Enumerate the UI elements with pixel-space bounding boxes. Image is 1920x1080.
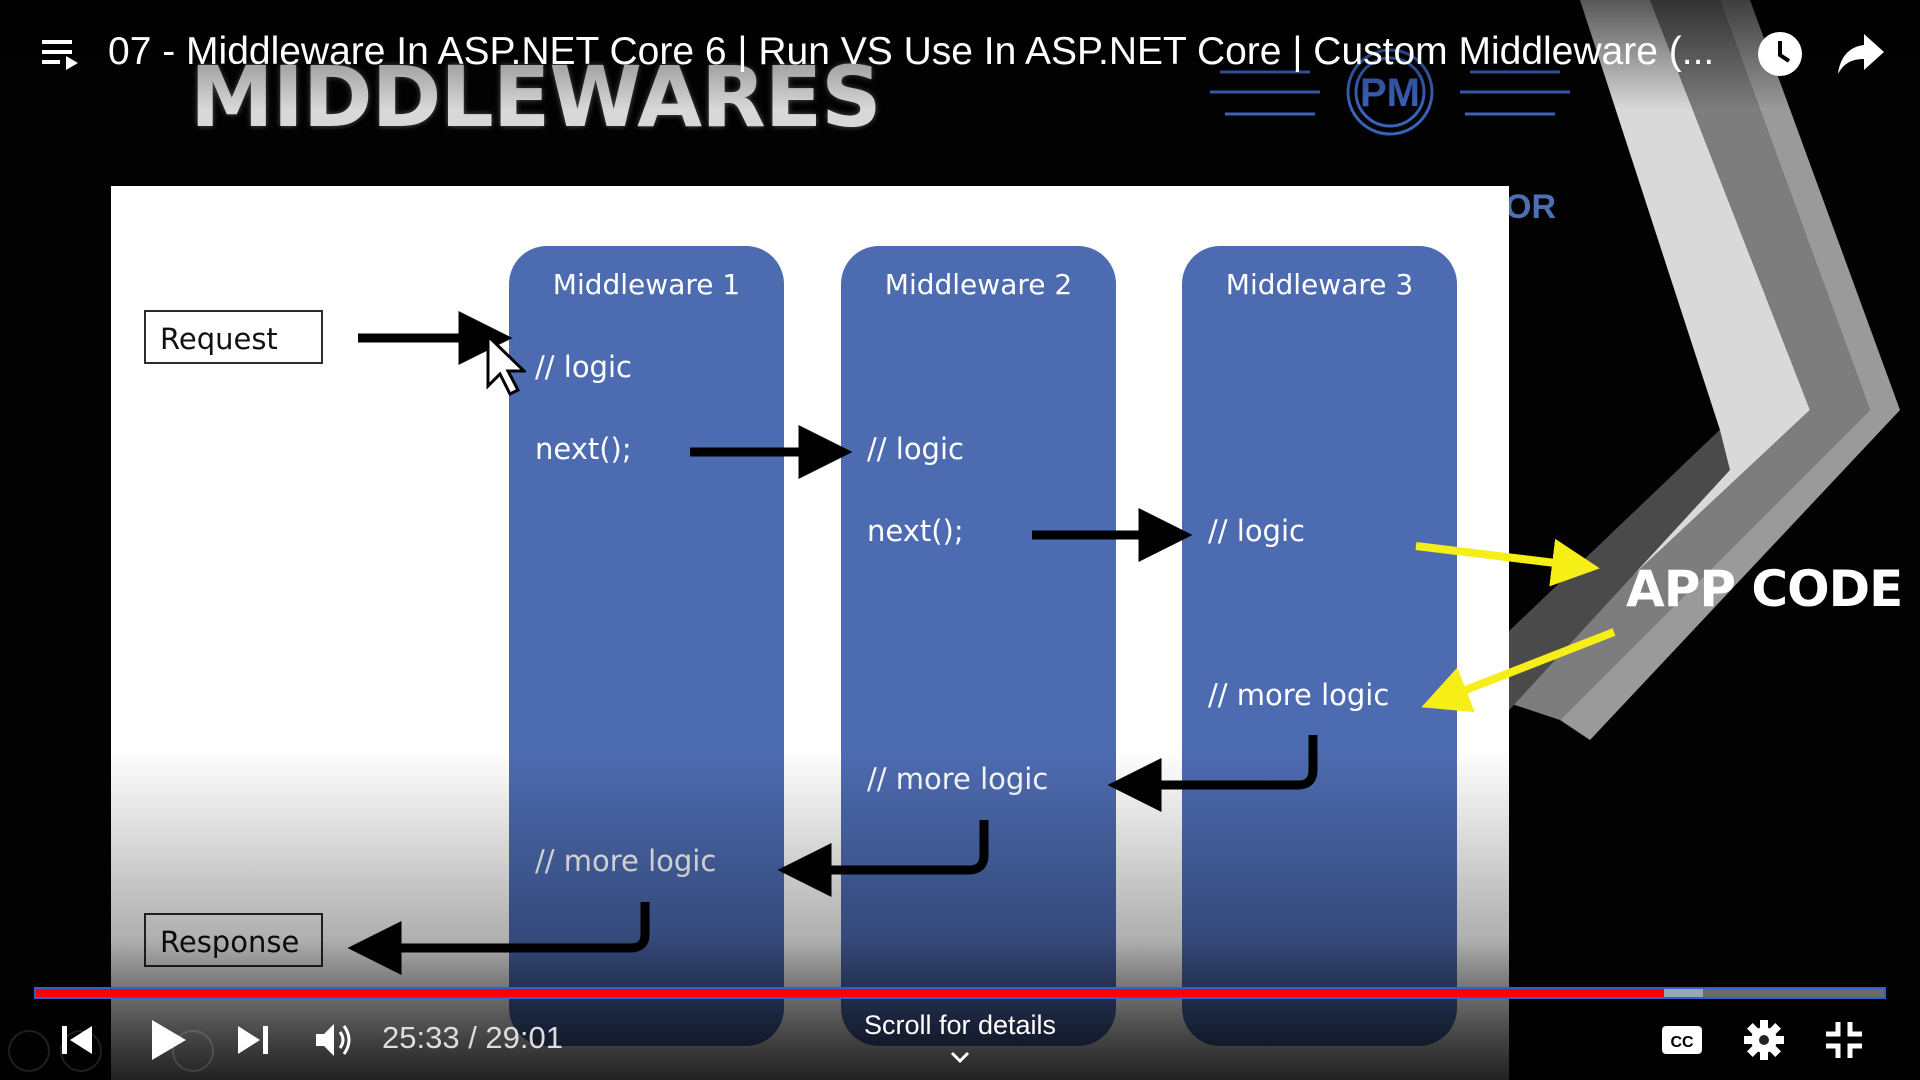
middleware-line: // more logic <box>1208 678 1390 712</box>
middleware-title: Middleware 2 <box>884 268 1073 301</box>
middleware-line: next(); <box>867 514 964 548</box>
volume-icon[interactable] <box>312 1018 356 1062</box>
skip-previous-icon[interactable] <box>60 1020 96 1060</box>
annotation-ghost-icon <box>8 1030 50 1072</box>
middleware-title: Middleware 3 <box>1225 268 1414 301</box>
video-title[interactable]: 07 - Middleware In ASP.NET Core 6 | Run … <box>108 30 1728 74</box>
middleware-title: Middleware 1 <box>552 268 741 301</box>
progress-bar[interactable] <box>34 987 1886 999</box>
middleware-line: // more logic <box>535 844 717 878</box>
request-box: Request <box>144 310 323 364</box>
playlist-icon[interactable] <box>40 36 82 72</box>
middleware-box-3: Middleware 3 // logic // more logic <box>1182 246 1457 1046</box>
play-icon[interactable] <box>148 1016 190 1064</box>
share-icon[interactable] <box>1836 32 1886 76</box>
captions-icon[interactable]: CC <box>1660 1022 1704 1058</box>
slide-text-fragment: OR <box>1505 188 1556 226</box>
video-frame[interactable]: MIDDLEWARES PM OR Request Response Middl… <box>0 0 1920 1080</box>
middleware-line: // logic <box>1208 514 1305 548</box>
scroll-for-details[interactable]: Scroll for details <box>860 1010 1060 1041</box>
progress-played <box>36 989 1665 997</box>
chevron-graphic <box>1500 0 1900 740</box>
middleware-line: // more logic <box>867 762 1049 796</box>
middleware-box-1: Middleware 1 // logic next(); // more lo… <box>509 246 784 1046</box>
middleware-line: // logic <box>535 350 632 384</box>
mouse-cursor-icon <box>486 334 526 396</box>
chevron-down-icon[interactable] <box>950 1050 970 1064</box>
middleware-line: // logic <box>867 432 964 466</box>
middleware-box-2: Middleware 2 // logic next(); // more lo… <box>841 246 1116 1046</box>
clock-icon[interactable] <box>1756 30 1804 78</box>
app-code-label: APP CODE <box>1626 560 1903 618</box>
gear-icon[interactable] <box>1742 1018 1786 1062</box>
skip-next-icon[interactable] <box>234 1020 270 1060</box>
middleware-line: next(); <box>535 432 632 466</box>
exit-fullscreen-icon[interactable] <box>1824 1020 1864 1060</box>
svg-text:CC: CC <box>1670 1034 1694 1051</box>
time-display: 25:33 / 29:01 <box>382 1020 563 1055</box>
